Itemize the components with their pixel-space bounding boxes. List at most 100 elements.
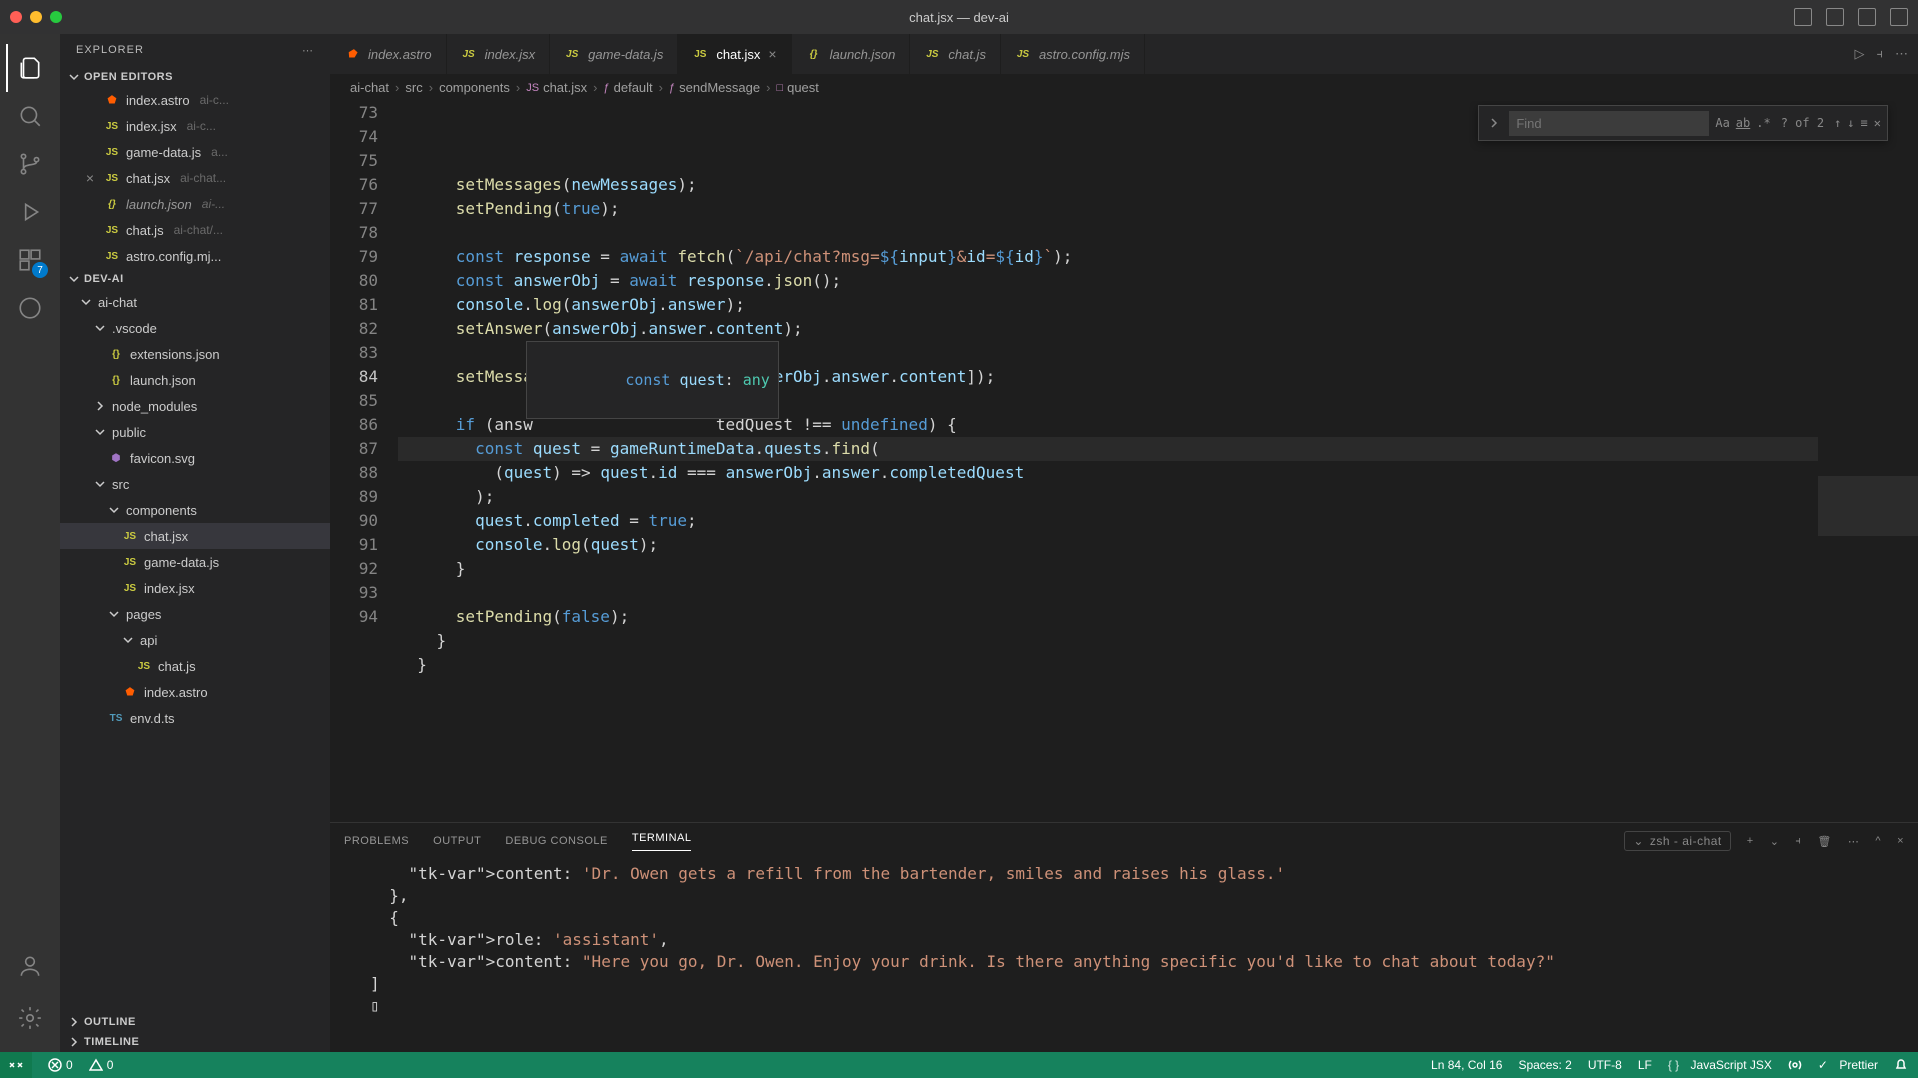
file-item[interactable]: ⬢favicon.svg <box>60 445 330 471</box>
folder-item[interactable]: .vscode <box>60 315 330 341</box>
close-find-icon[interactable]: ✕ <box>1874 111 1881 135</box>
outline-header[interactable]: OUTLINE <box>60 1012 330 1032</box>
notifications-icon[interactable] <box>1894 1058 1908 1072</box>
close-icon[interactable]: × <box>82 170 98 186</box>
match-word-icon[interactable]: ab <box>1736 111 1750 135</box>
open-editors-header[interactable]: OPEN EDITORS <box>60 67 330 87</box>
folder-item[interactable]: api <box>60 627 330 653</box>
panel-tab-terminal[interactable]: TERMINAL <box>632 832 692 851</box>
customize-layout-icon[interactable] <box>1890 8 1908 26</box>
editor-tab[interactable]: JSindex.jsx <box>447 34 551 74</box>
minimize-window[interactable] <box>30 11 42 23</box>
editor-tab[interactable]: {}launch.json <box>792 34 911 74</box>
search-tab[interactable] <box>6 92 54 140</box>
breadcrumb-item[interactable]: components <box>439 80 510 95</box>
accounts-tab[interactable] <box>6 942 54 990</box>
open-editor-item[interactable]: ⬟index.astroai-c... <box>60 87 330 113</box>
maximize-panel-icon[interactable]: ^ <box>1875 835 1881 847</box>
more-icon[interactable]: ⋯ <box>1895 46 1908 62</box>
language-status[interactable]: { } JavaScript JSX <box>1668 1058 1772 1072</box>
match-case-icon[interactable]: Aa <box>1715 111 1729 135</box>
timeline-header[interactable]: TIMELINE <box>60 1032 330 1052</box>
maximize-window[interactable] <box>50 11 62 23</box>
folder-item[interactable]: components <box>60 497 330 523</box>
find-toggle-replace[interactable] <box>1485 106 1503 140</box>
terminal-dropdown-icon[interactable]: ⌄ <box>1770 835 1780 848</box>
breadcrumb[interactable]: ai-chat›src›components›JS chat.jsx›ƒ def… <box>330 74 1918 101</box>
editor-tab[interactable]: JSgame-data.js <box>550 34 678 74</box>
open-editor-item[interactable]: ×JSchat.jsxai-chat... <box>60 165 330 191</box>
new-terminal-icon[interactable]: + <box>1747 835 1754 847</box>
breadcrumb-item[interactable]: ai-chat <box>350 80 389 95</box>
prettier-status[interactable]: ✓ Prettier <box>1818 1058 1878 1072</box>
run-icon[interactable]: ▷ <box>1855 46 1865 62</box>
toggle-secondary-icon[interactable] <box>1858 8 1876 26</box>
breadcrumb-item[interactable]: JS chat.jsx <box>526 80 587 95</box>
close-panel-icon[interactable]: × <box>1897 835 1904 847</box>
file-item[interactable]: {}launch.json <box>60 367 330 393</box>
more-icon[interactable]: ⋯ <box>302 44 314 57</box>
split-terminal-icon[interactable]: ⫞ <box>1795 835 1801 848</box>
toggle-panel-icon[interactable] <box>1826 8 1844 26</box>
breadcrumb-item[interactable]: ƒ default <box>604 80 653 95</box>
file-item[interactable]: JSgame-data.js <box>60 549 330 575</box>
toggle-sidebar-icon[interactable] <box>1794 8 1812 26</box>
breadcrumb-item[interactable]: □ quest <box>776 80 818 95</box>
explorer-tab[interactable] <box>6 44 54 92</box>
folder-item[interactable]: node_modules <box>60 393 330 419</box>
open-editor-item[interactable]: JSastro.config.mj... <box>60 243 330 269</box>
regex-icon[interactable]: .* <box>1756 111 1770 135</box>
editor-body[interactable]: 7374757677787980818283848586878889909192… <box>330 101 1918 822</box>
errors-count[interactable]: 0 <box>48 1058 73 1072</box>
file-item[interactable]: JSindex.jsx <box>60 575 330 601</box>
extensions-tab[interactable]: 7 <box>6 236 54 284</box>
file-item[interactable]: JSchat.js <box>60 653 330 679</box>
folder-item[interactable]: pages <box>60 601 330 627</box>
editor-tab[interactable]: JSchat.js <box>910 34 1001 74</box>
open-editor-item[interactable]: JSchat.jsai-chat/... <box>60 217 330 243</box>
editor-tab[interactable]: JSchat.jsx× <box>678 34 791 74</box>
indent-status[interactable]: Spaces: 2 <box>1518 1058 1571 1072</box>
code-content[interactable]: const quest: any setMessages(newMessages… <box>398 101 1918 822</box>
settings-tab[interactable] <box>6 994 54 1042</box>
editor-tab[interactable]: ⬟index.astro <box>330 34 447 74</box>
encoding-status[interactable]: UTF-8 <box>1588 1058 1622 1072</box>
panel-tab-problems[interactable]: PROBLEMS <box>344 835 409 847</box>
file-item[interactable]: TSenv.d.ts <box>60 705 330 731</box>
breadcrumb-item[interactable]: ƒ sendMessage <box>669 80 760 95</box>
split-editor-icon[interactable]: ⫞ <box>1877 46 1884 62</box>
eol-status[interactable]: LF <box>1638 1058 1652 1072</box>
minimap-slider[interactable] <box>1818 476 1918 536</box>
next-match-icon[interactable]: ↓ <box>1847 111 1854 135</box>
more-icon[interactable]: ⋯ <box>1848 835 1860 848</box>
folder-item[interactable]: ai-chat <box>60 289 330 315</box>
run-debug-tab[interactable] <box>6 188 54 236</box>
kill-terminal-icon[interactable]: 🗑 <box>1817 835 1831 848</box>
panel-tab-debug-console[interactable]: DEBUG CONSOLE <box>505 835 607 847</box>
find-input[interactable] <box>1509 111 1709 136</box>
open-editor-item[interactable]: JSgame-data.jsa... <box>60 139 330 165</box>
folder-item[interactable]: src <box>60 471 330 497</box>
terminal-output[interactable]: "tk-var">content: 'Dr. Owen gets a refil… <box>330 859 1918 1052</box>
feedback-icon[interactable] <box>1788 1058 1802 1072</box>
close-window[interactable] <box>10 11 22 23</box>
project-header[interactable]: DEV-AI <box>60 269 330 289</box>
file-item[interactable]: {}extensions.json <box>60 341 330 367</box>
terminal-process[interactable]: ⌄ zsh - ai-chat <box>1624 831 1730 851</box>
minimap[interactable] <box>1818 101 1918 822</box>
panel-tab-output[interactable]: OUTPUT <box>433 835 481 847</box>
find-selection-icon[interactable]: ≡ <box>1861 111 1868 135</box>
cursor-position[interactable]: Ln 84, Col 16 <box>1431 1058 1502 1072</box>
breadcrumb-item[interactable]: src <box>405 80 422 95</box>
close-tab-icon[interactable]: × <box>768 46 776 62</box>
editor-tab[interactable]: JSastro.config.mjs <box>1001 34 1145 74</box>
open-editor-item[interactable]: JSindex.jsxai-c... <box>60 113 330 139</box>
open-editor-item[interactable]: {}launch.jsonai-... <box>60 191 330 217</box>
folder-item[interactable]: public <box>60 419 330 445</box>
file-item[interactable]: JSchat.jsx <box>60 523 330 549</box>
source-control-tab[interactable] <box>6 140 54 188</box>
file-item[interactable]: ⬟index.astro <box>60 679 330 705</box>
remote-indicator[interactable] <box>0 1052 32 1078</box>
edge-tools-tab[interactable] <box>6 284 54 332</box>
warnings-count[interactable]: 0 <box>89 1058 114 1072</box>
